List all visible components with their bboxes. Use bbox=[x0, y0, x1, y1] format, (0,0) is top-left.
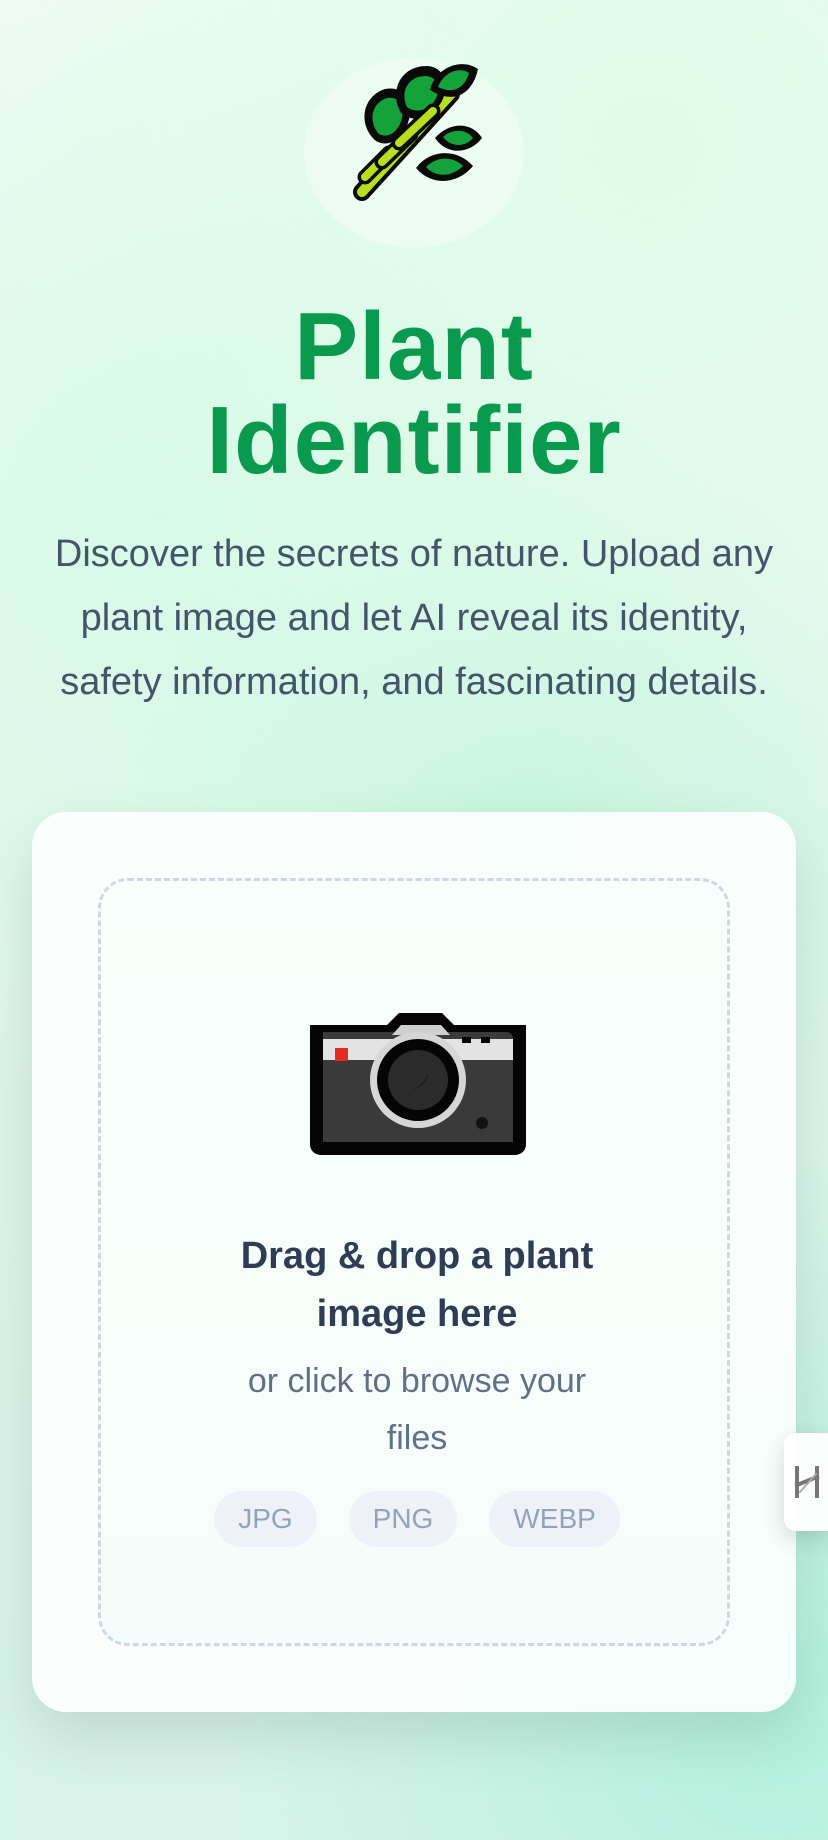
page-title-line-1: Plant bbox=[294, 293, 534, 400]
format-badge-jpg: JPG bbox=[214, 1491, 317, 1547]
upload-card: Drag & drop a plant image here or click … bbox=[32, 812, 796, 1712]
dropzone-title: Drag & drop a plant image here bbox=[211, 1227, 623, 1343]
supported-formats: JPG PNG WEBP bbox=[101, 1491, 733, 1547]
dropzone-title-line-1: Drag & drop a plant bbox=[240, 1235, 594, 1277]
page-subtitle-line-3: safety information, and fascinating deta… bbox=[60, 661, 768, 703]
page-subtitle-line-1: Discover the secrets of nature. Upload a… bbox=[54, 533, 774, 575]
format-badge-webp: WEBP bbox=[489, 1491, 620, 1547]
plant-sprout-icon bbox=[353, 64, 482, 201]
browse-files-line-1: or click to browse your bbox=[247, 1362, 587, 1400]
format-badge-png: PNG bbox=[348, 1491, 458, 1547]
image-upload-dropzone[interactable]: Drag & drop a plant image here or click … bbox=[98, 878, 730, 1646]
page-subtitle: Discover the secrets of nature. Upload a… bbox=[30, 522, 798, 714]
camera-icon bbox=[310, 1013, 526, 1155]
h-logo-icon bbox=[794, 1466, 820, 1498]
browse-files-line-2: files bbox=[386, 1419, 448, 1457]
page-subtitle-line-2: plant image and let AI reveal its identi… bbox=[80, 597, 748, 639]
browse-files-text[interactable]: or click to browse your files bbox=[217, 1353, 617, 1467]
dropzone-title-line-2: image here bbox=[316, 1293, 518, 1335]
page-title: Plant Identifier bbox=[0, 299, 828, 489]
hero-section: Plant Identifier Discover the secrets of… bbox=[0, 0, 828, 760]
page-title-line-2: Identifier bbox=[206, 387, 622, 494]
side-widget-tab[interactable] bbox=[784, 1433, 828, 1531]
